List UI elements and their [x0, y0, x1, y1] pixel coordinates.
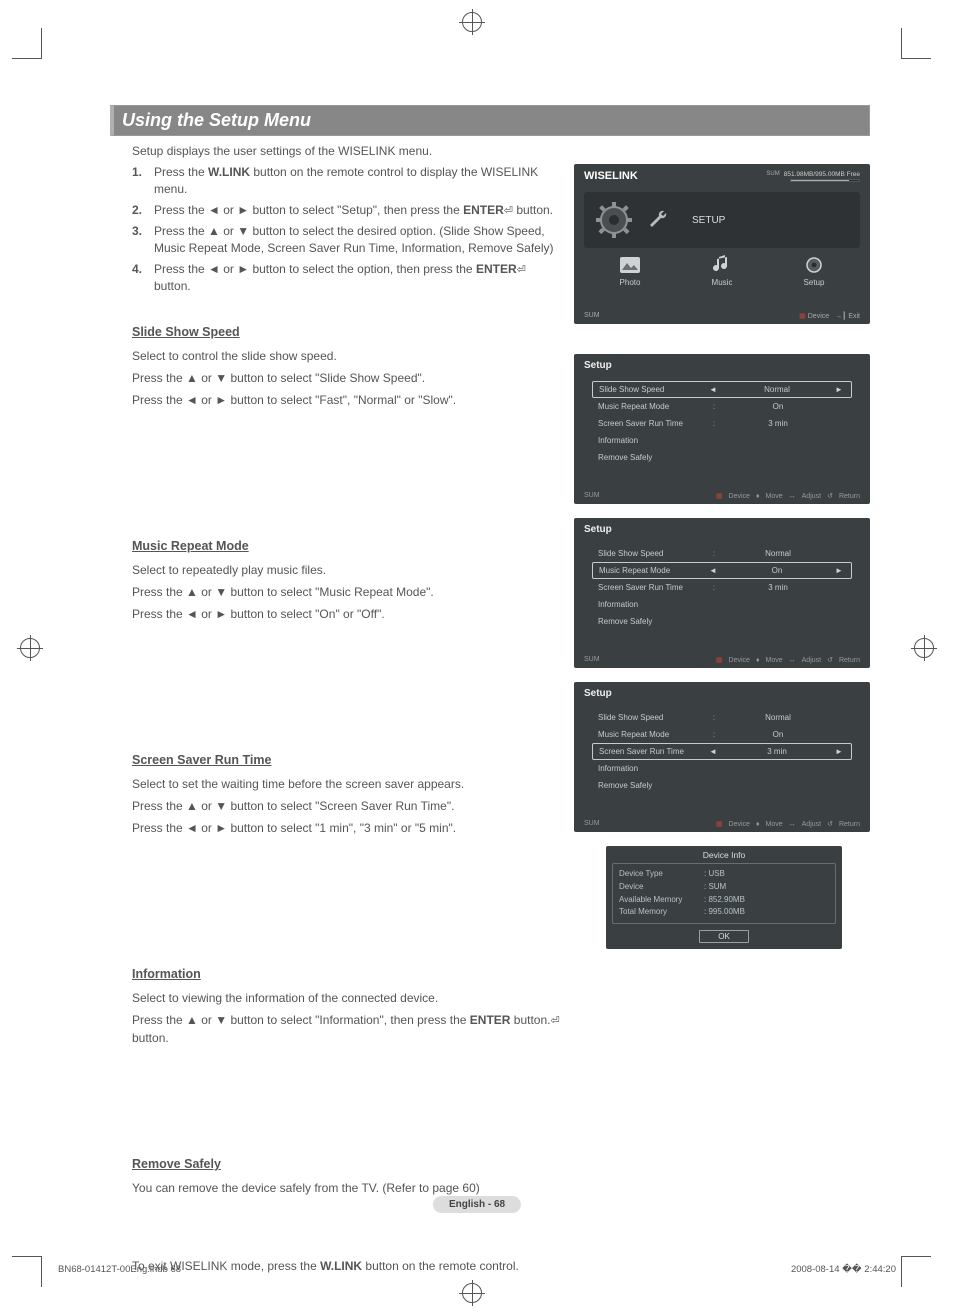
wiselink-item-setup: Setup — [803, 254, 825, 287]
registration-mark — [462, 12, 482, 32]
wiselink-screen: WISELINK SUM 851.98MB/995.00MB Free — [574, 164, 870, 324]
paragraph: Press the ◄ or ► button to select "On" o… — [132, 605, 560, 623]
setup-row: Remove Safely — [592, 449, 852, 466]
enter-icon: ⏎ — [504, 204, 513, 219]
ok-button[interactable]: OK — [699, 930, 749, 943]
setup-row: Music Repeat Mode◄On► — [592, 562, 852, 579]
footer: BN68-01412T-00Eng.indb 68 2008-08-14 �� … — [58, 1264, 896, 1275]
wiselink-item-photo: Photo — [619, 254, 641, 287]
wrench-icon — [646, 207, 670, 233]
setup-caption: SETUP — [692, 215, 725, 226]
setup-footer: SUM▦ Device ♦ Move ↔ Adjust ↺ Return — [584, 656, 860, 664]
section-title: Using the Setup Menu — [122, 110, 861, 131]
section-title-bar: Using the Setup Menu — [110, 105, 870, 136]
devinfo-row: Device Type: USB — [619, 868, 829, 881]
setup-row: Slide Show Speed◄Normal► — [592, 381, 852, 398]
setup-row: Screen Saver Run Time◄3 min► — [592, 743, 852, 760]
photo-icon — [619, 254, 641, 276]
setup-row: Screen Saver Run Time:3 min — [592, 579, 852, 596]
setup-title: Setup — [584, 688, 860, 699]
left-arrow-icon: ◄ — [709, 747, 719, 756]
paragraph: Select to repeatedly play music files. — [132, 561, 560, 579]
sub-heading: Remove Safely — [132, 1157, 560, 1171]
setup-screen: Setup Slide Show Speed:NormalMusic Repeat… — [574, 682, 870, 832]
wiselink-item-music: Music — [711, 254, 733, 287]
setup-row: Screen Saver Run Time:3 min — [592, 415, 852, 432]
setup-row: Slide Show Speed:Normal — [592, 545, 852, 562]
registration-mark — [20, 638, 40, 658]
device-info-panel: Device Info Device Type: USBDevice: SUMA… — [606, 846, 842, 949]
step-item: 2.Press the ◄ or ► button to select "Set… — [132, 202, 560, 219]
step-item: 1.Press the W.LINK button on the remote … — [132, 164, 560, 198]
right-arrow-icon: ► — [835, 747, 845, 756]
paragraph: Press the ◄ or ► button to select "1 min… — [132, 819, 560, 837]
sub-heading: Screen Saver Run Time — [132, 753, 560, 767]
setup-row: Music Repeat Mode:On — [592, 726, 852, 743]
gear-icon — [594, 200, 634, 240]
setup-screen: Setup Slide Show Speed:NormalMusic Repeat… — [574, 518, 870, 668]
paragraph: Press the ▲ or ▼ button to select "Music… — [132, 583, 560, 601]
sub-heading: Information — [132, 967, 560, 981]
setup-title: Setup — [584, 524, 860, 535]
step-item: 4.Press the ◄ or ► button to select the … — [132, 261, 560, 295]
sub-heading: Slide Show Speed — [132, 325, 560, 339]
paragraph: Press the ▲ or ▼ button to select "Infor… — [132, 1011, 560, 1048]
setup-row: Slide Show Speed:Normal — [592, 709, 852, 726]
paragraph: Press the ▲ or ▼ button to select "Slide… — [132, 369, 560, 387]
devinfo-row: Available Memory: 852.90MB — [619, 894, 829, 907]
steps-list: 1.Press the W.LINK button on the remote … — [132, 164, 560, 295]
devinfo-row: Total Memory: 995.00MB — [619, 906, 829, 919]
paragraph: Select to set the waiting time before th… — [132, 775, 560, 793]
setup-row: Remove Safely — [592, 777, 852, 794]
registration-mark — [914, 638, 934, 658]
devinfo-row: Device: SUM — [619, 881, 829, 894]
enter-icon: ⏎ — [550, 1013, 559, 1030]
setup-row: Information — [592, 596, 852, 613]
music-icon — [711, 254, 733, 276]
setup-row: Information — [592, 432, 852, 449]
page-number: English - 68 — [433, 1196, 521, 1213]
paragraph: Press the ◄ or ► button to select "Fast"… — [132, 391, 560, 409]
right-arrow-icon: ► — [835, 566, 845, 575]
sub-heading: Music Repeat Mode — [132, 539, 560, 553]
setup-row: Information — [592, 760, 852, 777]
registration-mark — [462, 1283, 482, 1303]
step-item: 3.Press the ▲ or ▼ button to select the … — [132, 223, 560, 257]
paragraph: Select to viewing the information of the… — [132, 989, 560, 1007]
left-arrow-icon: ◄ — [709, 566, 719, 575]
setup-title: Setup — [584, 360, 860, 371]
setup-footer: SUM▦ Device ♦ Move ↔ Adjust ↺ Return — [584, 492, 860, 500]
device-info-title: Device Info — [606, 850, 842, 860]
left-arrow-icon: ◄ — [709, 385, 719, 394]
setup-row: Remove Safely — [592, 613, 852, 630]
paragraph: Press the ▲ or ▼ button to select "Scree… — [132, 797, 560, 815]
setup-row: Music Repeat Mode:On — [592, 398, 852, 415]
wiselink-title: WISELINK — [584, 170, 638, 182]
right-arrow-icon: ► — [835, 385, 845, 394]
setup-screen: Setup Slide Show Speed◄Normal►Music Repea… — [574, 354, 870, 504]
gear-small-icon — [803, 254, 825, 276]
setup-footer: SUM▦ Device ♦ Move ↔ Adjust ↺ Return — [584, 820, 860, 828]
paragraph: You can remove the device safely from th… — [132, 1179, 560, 1197]
enter-icon: ⏎ — [517, 263, 526, 278]
paragraph: Select to control the slide show speed. — [132, 347, 560, 365]
intro-text: Setup displays the user settings of the … — [132, 144, 870, 158]
